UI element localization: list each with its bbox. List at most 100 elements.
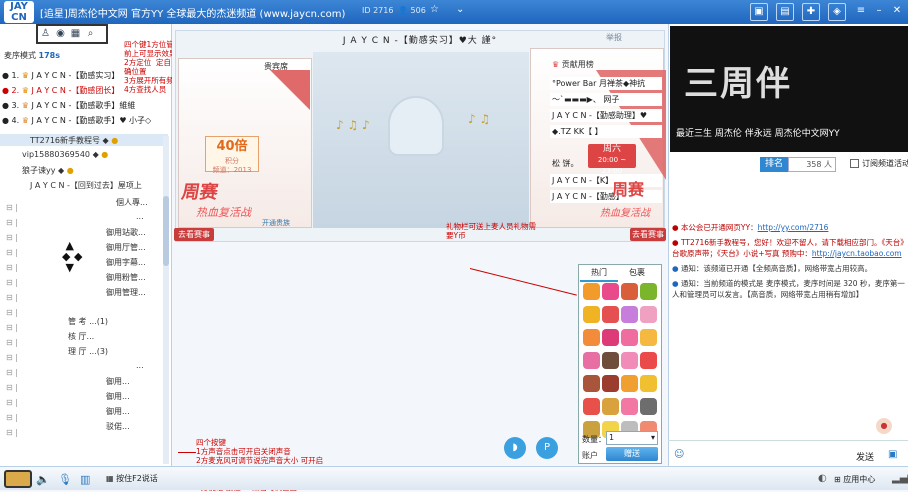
queue-item[interactable]: ● 3. ♛ J A Y C N -【勤感歌手】維維 — [2, 100, 135, 111]
tree-user[interactable]: J A Y C N -【回到过去】屋项上 — [6, 180, 166, 191]
person-icon[interactable]: ♙ — [38, 26, 53, 42]
gift-item[interactable] — [640, 352, 657, 369]
rank-row[interactable]: ◆.TZ KK【 】 — [550, 125, 662, 138]
gift-item[interactable] — [602, 398, 619, 415]
chat-log: ● 本公会已开通网页YY：http://yy.com/2716 ● TT2716… — [672, 222, 906, 304]
tree-label: vip15880369540 ◆ — [22, 150, 99, 159]
rank-row[interactable]: °Power Bar 月禅茶◆神抗 — [550, 77, 662, 90]
queue-item[interactable]: ● 1. ♛ J A Y C N -【勤感实习】 — [2, 70, 119, 81]
gift-item[interactable] — [602, 283, 619, 300]
gift-item[interactable] — [583, 283, 600, 300]
close-icon[interactable]: ✕ — [888, 3, 906, 21]
open-noble-link[interactable]: 开通贵族 — [262, 218, 290, 228]
menu-icon[interactable]: ≡ — [852, 3, 870, 21]
ribbon-decoration — [270, 70, 310, 110]
contacts-icon[interactable]: ▣ — [750, 3, 768, 21]
tree-user[interactable]: 狼子谏yy ◆ ● — [6, 165, 166, 176]
account-link[interactable]: 账户 — [582, 450, 598, 461]
music-note-icon: ♪ ♫ — [468, 112, 491, 126]
rank-row[interactable]: J A Y C N -【K】 — [550, 174, 662, 187]
gift-item[interactable] — [583, 329, 600, 346]
subscribe-checkbox[interactable] — [850, 159, 859, 168]
game-pad-icon[interactable]: ◐ — [818, 473, 827, 484]
gift-item[interactable] — [640, 283, 657, 300]
tree-user[interactable]: TT2716新手教程号 ◆ ● — [6, 135, 166, 146]
microphone-icon[interactable]: 🎙 — [58, 473, 72, 486]
gift-item[interactable] — [640, 306, 657, 323]
placeholder-mascot — [388, 96, 444, 156]
gift-item[interactable] — [602, 375, 619, 392]
gift-item[interactable] — [621, 375, 638, 392]
quantity-select[interactable]: 1 ▾ — [606, 431, 658, 445]
emoji-icon[interactable]: ☺ — [674, 449, 684, 460]
tree-label: TT2716新手教程号 ◆ — [30, 136, 109, 145]
feedback-icon[interactable]: ● — [876, 418, 892, 434]
chat-link[interactable]: http://yy.com/2716 — [758, 223, 829, 232]
report-link[interactable]: 举报 — [606, 32, 622, 43]
send-gift-button[interactable]: 赠送 — [606, 447, 658, 461]
mixer-icon[interactable]: ▥ — [80, 473, 90, 486]
quantity-label: 数量： — [582, 435, 606, 444]
queue-item[interactable]: ● 4. ♛ J A Y C N -【勤感歌手】♥ 小子◇ — [2, 115, 151, 126]
avatar[interactable] — [4, 470, 32, 488]
gift-item[interactable] — [621, 283, 638, 300]
gift-item[interactable] — [583, 375, 600, 392]
gift-item[interactable] — [640, 329, 657, 346]
rank-row[interactable]: J A Y C N -【勤感】 — [550, 190, 662, 203]
online-count-value: 506 — [410, 6, 426, 15]
location-icon[interactable]: ◉ — [53, 26, 68, 42]
list-icon[interactable]: ▦ — [68, 26, 83, 42]
chat-icon[interactable]: ▤ — [776, 3, 794, 21]
skin-icon[interactable]: ◈ — [828, 3, 846, 21]
gift-item[interactable] — [640, 375, 657, 392]
gift-item[interactable] — [621, 398, 638, 415]
speech-icon[interactable]: ▣ — [888, 449, 897, 460]
chat-message: ● TT2716新手教程号，您好！欢迎不留人，请下载相应部门。《天台》台歌原声带… — [672, 237, 906, 259]
banner-subtitle: 最近三生 周杰伦 伴永远 周杰伦中文网YY — [676, 129, 840, 139]
tree-label: 理 厅 ...(3) — [68, 347, 109, 356]
gift-item[interactable] — [621, 306, 638, 323]
tree-label: 狼子谏yy ◆ — [22, 166, 65, 175]
gift-item[interactable] — [583, 352, 600, 369]
tab-package[interactable]: 包裹 — [618, 266, 656, 280]
tree-user[interactable]: vip15880369540 ◆ ● — [6, 150, 166, 159]
info-icon: ● — [672, 264, 679, 273]
scroll-thumb[interactable] — [163, 196, 169, 266]
gift-item[interactable] — [583, 398, 600, 415]
minimize-icon[interactable]: – — [870, 3, 888, 21]
rank-row[interactable]: 〜`▬▬▬▶、 网子 — [550, 93, 662, 106]
queue-timer: 178s — [38, 51, 61, 60]
sound-button[interactable]: ◗ — [504, 437, 526, 459]
search-icon[interactable]: ⌕ — [83, 26, 98, 42]
tab-hot[interactable]: 热门 — [580, 266, 618, 282]
rank-row[interactable]: J A Y C N -【勤感助理】♥ — [550, 109, 662, 122]
gift-item[interactable] — [602, 306, 619, 323]
gift-item[interactable] — [621, 329, 638, 346]
queue-mode: 麦序模式 178s — [4, 50, 60, 61]
mic-mode-button[interactable]: P — [536, 437, 558, 459]
info-icon: ● — [672, 279, 679, 288]
view-match-button-right[interactable]: 去看赛事 — [630, 228, 666, 241]
tree-scrollbar[interactable] — [163, 136, 169, 464]
push-to-talk-button[interactable]: ▦ 按住F2说话 — [106, 472, 164, 486]
gift-item[interactable] — [640, 398, 657, 415]
chat-text: 通知：该频道已开通【全频高音质】，网络带宽占用较高。 — [680, 264, 873, 273]
game-icon[interactable]: ✚ — [802, 3, 820, 21]
queue-number: 2. — [11, 86, 20, 95]
gift-item[interactable] — [602, 329, 619, 346]
app-center-button[interactable]: ⊞ 应用中心 — [834, 474, 875, 485]
speaker-icon[interactable]: 🔈 — [36, 473, 50, 486]
gift-item[interactable] — [602, 352, 619, 369]
send-button[interactable]: 发送 — [856, 450, 874, 463]
chat-link[interactable]: http://jaycn.taobao.com — [812, 249, 902, 258]
view-match-button-left[interactable]: 去看赛事 — [174, 228, 214, 241]
star-icon[interactable]: ☆ — [430, 4, 439, 15]
banner-title: 三周伴 — [684, 64, 792, 104]
gift-item[interactable] — [621, 352, 638, 369]
gift-item[interactable] — [583, 306, 600, 323]
contribution-label: 贡献用榜 — [561, 60, 594, 69]
rank-row[interactable]: 松 饼。 — [552, 158, 579, 169]
chevron-down-icon[interactable]: ⌄ — [456, 4, 464, 15]
tree-label: J A Y C N -【回到过去】屋项上 — [30, 181, 142, 190]
queue-item[interactable]: ● 2. ♛ J A Y C N -【勤感团长】 — [2, 85, 119, 96]
